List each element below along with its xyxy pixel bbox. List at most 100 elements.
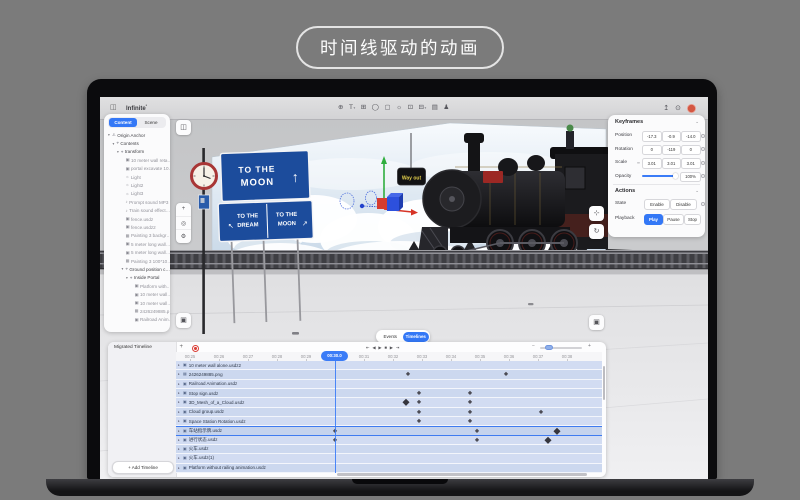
tree-item[interactable]: ▣5 meter long wall… (104, 248, 170, 256)
chevron-down-icon[interactable]: ⌄ (695, 119, 699, 125)
zoom-out-icon[interactable]: − (532, 343, 535, 349)
account-avatar[interactable] (687, 104, 696, 113)
shape-square-icon[interactable]: ▢ (384, 105, 390, 112)
gear-icon[interactable]: ⚙ (176, 230, 191, 243)
opacity-slider[interactable] (642, 175, 676, 177)
record-keyframes-button[interactable] (192, 345, 199, 352)
timeline-track-row[interactable]: ▸▣进行状态.usdz (176, 436, 602, 445)
tab-timelines[interactable]: Timelines (403, 332, 429, 342)
tree-item[interactable]: ▾⌖Contents (104, 139, 170, 147)
pause-button[interactable]: Pause (663, 214, 684, 225)
timeline-track-row[interactable]: ▸▣Railroad Animation.usdz (176, 380, 602, 389)
add-keyframe-icon[interactable] (701, 174, 705, 178)
sidebar-toggle-icon[interactable]: ◫ (110, 104, 117, 111)
tree-item[interactable]: ▣10 meter wall reta… (104, 156, 170, 164)
timeline-track-row[interactable]: ▸▣Cloud group.usdz (176, 408, 602, 417)
screenshot-icon[interactable]: ⊙ (675, 105, 681, 112)
tree-item[interactable]: ▾⚓Origin Anchor (104, 131, 170, 139)
link-icon[interactable]: ∞ (637, 160, 640, 165)
ar-preview-button-left[interactable]: ▣ (176, 313, 191, 328)
tree-item[interactable]: ☼Light3 (104, 190, 170, 198)
tree-item[interactable]: ☼Light (104, 173, 170, 181)
light-icon[interactable]: ☼ (396, 105, 402, 112)
keyframe-diamond[interactable] (545, 437, 551, 443)
keyframe-diamond[interactable] (403, 399, 409, 405)
keyframe-diamond[interactable] (468, 391, 473, 396)
pivot-dot[interactable] (360, 204, 364, 208)
timeline-track-row[interactable]: ▸▣Space Station Rotation.usdz (176, 417, 602, 426)
horizontal-scrollbar[interactable] (337, 473, 587, 476)
add-keyframe-icon[interactable] (701, 202, 705, 206)
keyframe-diamond[interactable] (405, 372, 410, 377)
add-keyframe-icon[interactable] (701, 161, 705, 165)
keyframe-diamond[interactable] (417, 419, 422, 424)
add-icon[interactable]: + (176, 203, 191, 217)
disable-button[interactable]: Disable (670, 199, 697, 210)
tab-events[interactable]: Events (378, 332, 404, 342)
keyframe-diamond[interactable] (475, 438, 480, 443)
timeline-track-row[interactable]: ▸▣车站指示牌.usdz (176, 426, 602, 435)
stop-icon[interactable]: ■ (384, 345, 387, 350)
value-field[interactable]: 3.01 (662, 158, 682, 169)
value-field[interactable]: -119 (662, 145, 682, 156)
timeline-track-row[interactable]: ▸▣火车.usdz (176, 445, 602, 454)
person-icon[interactable]: ♟ (443, 105, 449, 112)
keyframe-diamond[interactable] (539, 410, 544, 415)
tree-item[interactable]: ▣fence.usdz2 (104, 223, 170, 231)
tree-item[interactable]: ▣5 meter long wall… (104, 240, 170, 248)
playhead-line[interactable] (335, 361, 336, 473)
text-tool-icon[interactable]: T▾ (349, 105, 355, 112)
shape-circle-icon[interactable]: ◯ (372, 105, 379, 112)
tree-item[interactable]: ▾⌖transform (104, 148, 170, 156)
move-tool-button[interactable]: ⊹ (589, 206, 604, 221)
zoom-in-icon[interactable]: + (588, 343, 591, 349)
tree-item[interactable]: ▣fence.usdz (104, 215, 170, 223)
value-field[interactable]: -17.3 (642, 131, 662, 142)
keyframe-diamond[interactable] (417, 391, 422, 396)
tree-item[interactable]: ▦Painting 3 100*10… (104, 257, 170, 265)
chevron-down-icon[interactable]: ⌄ (695, 188, 699, 194)
skip-to-start-icon[interactable]: ⇤ (366, 345, 370, 350)
panels-toggle-button[interactable]: ◫ (176, 120, 191, 135)
stop-button[interactable]: Stop (684, 214, 701, 225)
add-keyframe-icon[interactable] (701, 147, 705, 151)
tree-item[interactable]: ▣10 meter wall… (104, 299, 170, 307)
gizmo-blue-cube[interactable] (387, 197, 399, 211)
previous-frame-icon[interactable]: ◀ (372, 345, 375, 350)
tree-item[interactable]: ▦2426249885.p… (104, 307, 170, 315)
keyframe-diamond[interactable] (475, 429, 480, 434)
skip-to-end-icon[interactable]: ⇥ (396, 345, 400, 350)
value-field[interactable]: -0.9 (662, 131, 682, 142)
scene-alt-icon[interactable]: ⊟▾ (419, 105, 427, 112)
orbit-tool-button[interactable]: ↻ (589, 224, 604, 239)
tree-item[interactable]: ▦Painting 3 backgr… (104, 232, 170, 240)
tree-item[interactable]: ▣Platform with… (104, 282, 170, 290)
keyframe-diamond[interactable] (468, 419, 473, 424)
add-track-button[interactable]: + (180, 344, 184, 350)
keyframe-diamond[interactable] (468, 410, 473, 415)
insert-object-icon[interactable]: ⊕ (338, 105, 343, 112)
timeline-track-row[interactable]: ▸▦2426249885.png (176, 370, 602, 379)
value-field[interactable]: -14.0 (681, 131, 701, 142)
add-timeline-button[interactable]: + Add Timeline (112, 461, 174, 474)
tree-item[interactable]: ☼Light2 (104, 181, 170, 189)
share-icon[interactable]: ↥ (663, 105, 669, 112)
gizmo-red-cube[interactable] (377, 198, 387, 209)
focus-target-icon[interactable]: ◎ (176, 217, 191, 231)
opacity-value[interactable]: 100% (680, 172, 701, 183)
play-button[interactable]: Play (644, 214, 663, 225)
tree-item[interactable]: ▣10 meter wall… (104, 290, 170, 298)
next-frame-icon[interactable]: ▶ (390, 345, 393, 350)
tree-item[interactable]: ▣Railroad Anim… (104, 316, 170, 324)
ar-preview-button-right[interactable]: ▣ (589, 315, 604, 330)
railroad-track[interactable] (100, 250, 708, 274)
enable-button[interactable]: Enable (644, 199, 670, 210)
frames-icon[interactable]: ⊞ (361, 105, 366, 112)
scene-icon[interactable]: ⊡ (408, 105, 413, 112)
value-field[interactable]: 0 (681, 145, 701, 156)
keyframe-diamond[interactable] (504, 372, 509, 377)
tree-item[interactable]: ▾⌖Ground position c… (104, 265, 170, 273)
timeline-track-row[interactable]: ▸▣3D_Mesh_of_a_Cloud.usdz (176, 398, 602, 407)
value-field[interactable]: 3.01 (642, 158, 662, 169)
timeline-track-row[interactable]: ▸▣Platform without railing animation.usd… (176, 464, 602, 473)
